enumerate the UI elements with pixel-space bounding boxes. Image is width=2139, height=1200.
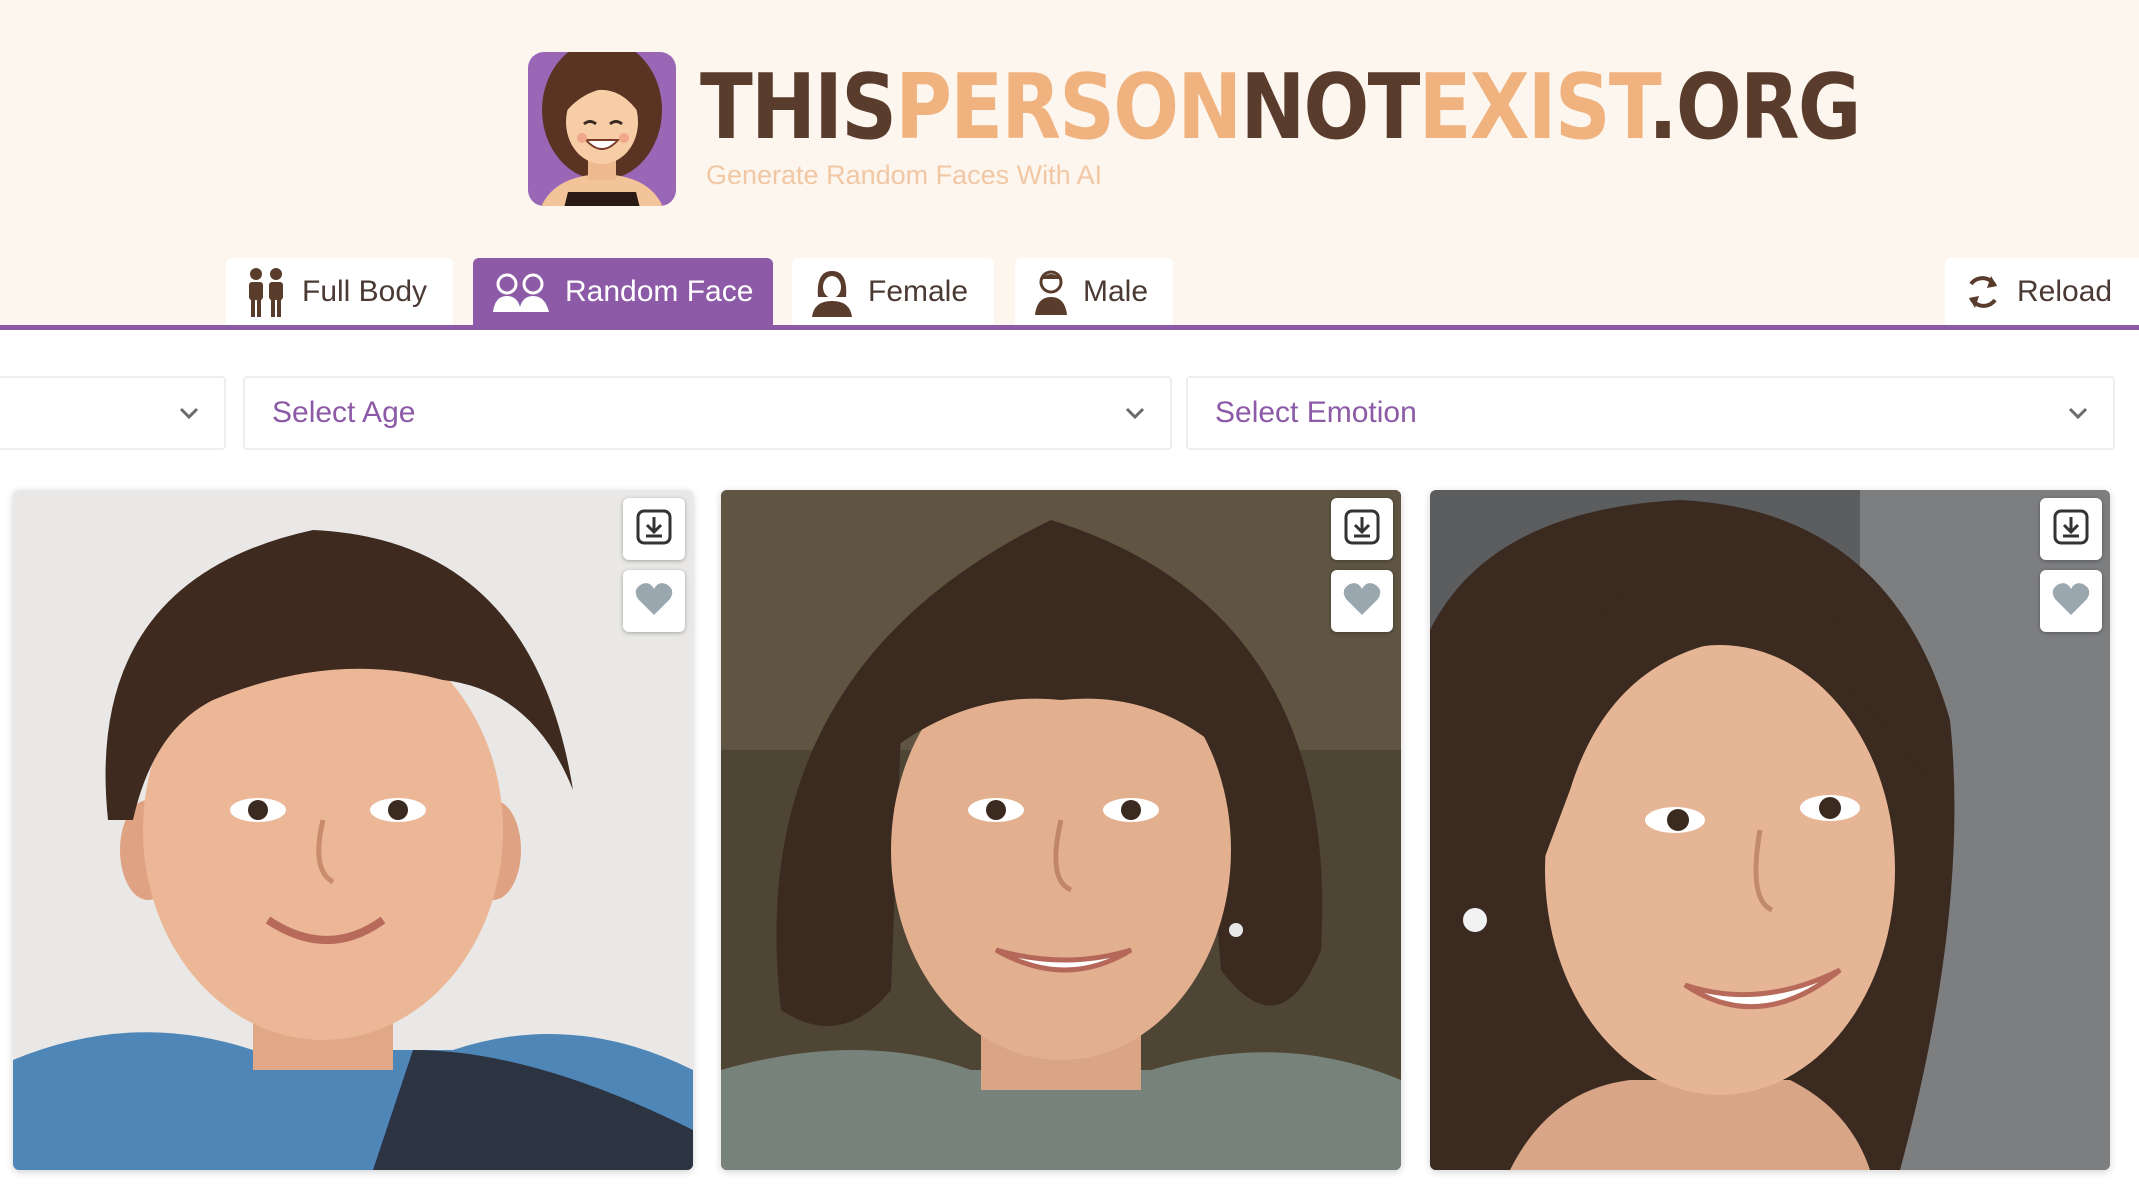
face-card[interactable] (1430, 490, 2110, 1170)
tab-male-label: Male (1083, 274, 1149, 308)
heart-icon (1342, 581, 1382, 621)
face-card[interactable] (13, 490, 693, 1170)
reload-button[interactable]: Reload (1945, 258, 2139, 325)
tab-female-label: Female (868, 274, 969, 308)
emotion-select-label: Select Emotion (1215, 396, 1417, 429)
brand-part-exist: EXIST (1418, 55, 1650, 160)
download-button[interactable] (1331, 498, 1393, 560)
heart-icon (2051, 581, 2091, 621)
male-avatar-icon (1033, 269, 1069, 315)
tab-male[interactable]: Male (1015, 258, 1173, 325)
woman-portrait (721, 490, 1401, 1170)
chevron-down-icon (2065, 400, 2091, 434)
download-button[interactable] (623, 498, 685, 560)
child-portrait (13, 490, 693, 1170)
tab-random-face-label: Random Face (565, 274, 754, 308)
download-button[interactable] (2040, 498, 2102, 560)
tab-random-face[interactable]: Random Face (473, 258, 773, 325)
site-header: THISPERSONNOTEXIST.ORG Generate Random F… (0, 0, 2139, 330)
favorite-button[interactable] (2040, 570, 2102, 632)
logo-face-illustration (541, 52, 663, 206)
chevron-down-icon (1122, 400, 1148, 434)
logo-avatar[interactable] (528, 52, 676, 206)
reload-icon (1963, 272, 2003, 312)
tab-full-body[interactable]: Full Body (226, 258, 453, 325)
brand-tagline: Generate Random Faces With AI (706, 160, 1103, 190)
brand-part-this: THIS (700, 55, 897, 160)
age-select-label: Select Age (272, 396, 416, 429)
favorite-button[interactable] (1331, 570, 1393, 632)
face-card[interactable] (721, 490, 1401, 1170)
emotion-select[interactable]: Select Emotion (1186, 376, 2115, 450)
faces-group-icon (491, 272, 551, 312)
download-icon (1342, 507, 1382, 551)
brand-part-person: PERSON (895, 55, 1242, 160)
brand-part-org: .ORG (1648, 55, 1861, 160)
young-woman-portrait (1430, 490, 2110, 1170)
two-people-icon (244, 267, 288, 317)
female-avatar-icon (810, 267, 854, 317)
reload-label: Reload (2017, 274, 2113, 308)
chevron-down-icon (176, 400, 202, 434)
brand-part-not: NOT (1240, 55, 1420, 160)
heart-icon (634, 581, 674, 621)
favorite-button[interactable] (623, 570, 685, 632)
brand-wordmark[interactable]: THISPERSONNOTEXIST.ORG (700, 55, 1861, 160)
age-select[interactable]: Select Age (243, 376, 1172, 450)
download-icon (634, 507, 674, 551)
tab-full-body-label: Full Body (302, 274, 428, 308)
header-divider (0, 325, 2139, 330)
filter-select-first[interactable] (0, 376, 226, 450)
download-icon (2051, 507, 2091, 551)
tab-female[interactable]: Female (792, 258, 994, 325)
